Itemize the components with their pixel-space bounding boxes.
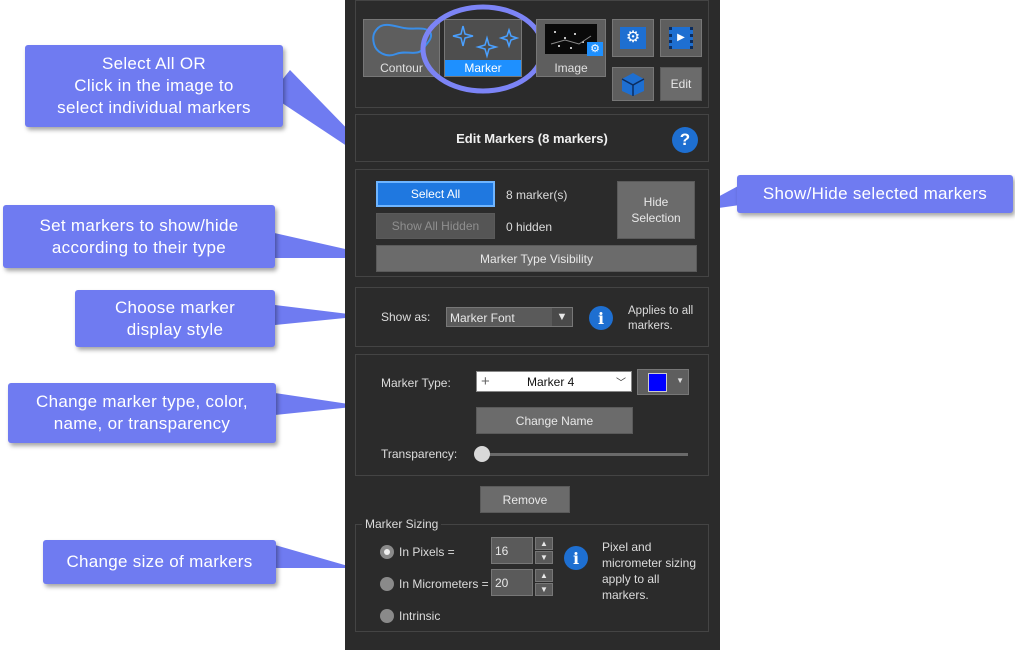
dropdown-triangle-icon: ▼: [552, 308, 572, 326]
marker-type-group: Marker Type: + Marker 4 ﹀ ▼ Change Name …: [355, 354, 709, 476]
marker-sizing-group: Marker Sizing In Pixels = 16 ▲ ▼ In Micr…: [355, 517, 709, 632]
marker-highlight-ring: [420, 4, 546, 94]
edit-markers-title: Edit Markers (8 markers): [456, 131, 608, 146]
show-all-hidden-button[interactable]: Show All Hidden: [376, 213, 495, 239]
color-swatch: [648, 373, 667, 392]
marker-type-label: Marker Type:: [381, 376, 451, 390]
change-name-button[interactable]: Change Name: [476, 407, 633, 434]
sizing-info-text: Pixel and micrometer sizing apply to all…: [602, 540, 697, 602]
hidden-count: 0 hidden: [506, 220, 553, 234]
display-info-text: Applies to all markers.: [628, 305, 694, 332]
show-as-label: Show as:: [381, 310, 431, 324]
edit-button[interactable]: Edit: [660, 67, 702, 101]
micrometers-input[interactable]: 20: [491, 569, 533, 596]
tool-group: Contour Marker ⚙ Image ⚙ ▶ Edit: [355, 0, 709, 108]
marker-sizing-title: Marker Sizing: [362, 517, 442, 531]
movie-button[interactable]: ▶: [660, 19, 702, 57]
remove-button[interactable]: Remove: [480, 486, 570, 513]
transparency-label: Transparency:: [381, 447, 458, 461]
pixels-increment-button[interactable]: ▲: [535, 537, 553, 550]
hide-selection-button[interactable]: Hide Selection: [617, 181, 695, 239]
intrinsic-label: Intrinsic: [399, 609, 441, 623]
selection-group: Select All 8 marker(s) Show All Hidden 0…: [355, 169, 709, 277]
edit-markers-header: Edit Markers (8 markers) ?: [355, 114, 709, 162]
show-as-value: Marker Font: [450, 311, 515, 325]
sizing-info-icon: i: [564, 546, 588, 570]
gear-screen-icon: ⚙: [620, 27, 646, 49]
pixels-input[interactable]: 16: [491, 537, 533, 564]
plus-marker-icon: +: [481, 373, 490, 390]
chevron-down-icon: ﹀: [616, 378, 626, 389]
in-micrometers-label: In Micrometers =: [399, 577, 489, 591]
micrometers-decrement-button[interactable]: ▼: [535, 583, 553, 596]
color-picker[interactable]: ▼: [637, 369, 689, 395]
select-all-button[interactable]: Select All: [376, 181, 495, 207]
in-pixels-radio[interactable]: [380, 545, 394, 559]
settings-button[interactable]: ⚙: [612, 19, 654, 57]
in-pixels-label: In Pixels =: [399, 545, 455, 559]
help-button[interactable]: ?: [672, 127, 698, 153]
callout-change-type: Change marker type, color, name, or tran…: [8, 383, 276, 443]
callout-size: Change size of markers: [43, 540, 276, 584]
pixels-decrement-button[interactable]: ▼: [535, 551, 553, 564]
marker-type-visibility-button[interactable]: Marker Type Visibility: [376, 245, 697, 272]
marker-count: 8 marker(s): [506, 188, 568, 202]
transparency-thumb[interactable]: [474, 446, 490, 462]
callout-type-visibility: Set markers to show/hide according to th…: [3, 205, 275, 268]
image-tool-button[interactable]: ⚙ Image: [536, 19, 606, 77]
color-dropdown-icon: ▼: [676, 376, 684, 385]
marker-panel: Contour Marker ⚙ Image ⚙ ▶ Edit Edit Mar…: [345, 0, 720, 650]
callout-show-hide: Show/Hide selected markers: [737, 175, 1013, 213]
marker-type-select[interactable]: + Marker 4 ﹀: [476, 371, 632, 392]
info-icon: i: [589, 306, 613, 330]
display-style-group: Show as: Marker Font ▼ i Applies to all …: [355, 287, 709, 347]
callout-display-style: Choose marker display style: [75, 290, 275, 347]
in-micrometers-radio[interactable]: [380, 577, 394, 591]
film-icon: ▶: [669, 27, 693, 49]
intrinsic-radio[interactable]: [380, 609, 394, 623]
cube-icon: [621, 73, 645, 96]
transparency-track[interactable]: [482, 453, 688, 456]
cube-button[interactable]: [612, 67, 654, 101]
image-label: Image: [554, 61, 588, 75]
callout-select-all: Select All OR Click in the image to sele…: [25, 45, 283, 127]
image-settings-badge-icon: ⚙: [587, 42, 603, 56]
marker-type-value: Marker 4: [527, 375, 575, 389]
show-as-select[interactable]: Marker Font ▼: [446, 307, 573, 327]
micrometers-increment-button[interactable]: ▲: [535, 569, 553, 582]
pointer-size: [275, 545, 355, 568]
